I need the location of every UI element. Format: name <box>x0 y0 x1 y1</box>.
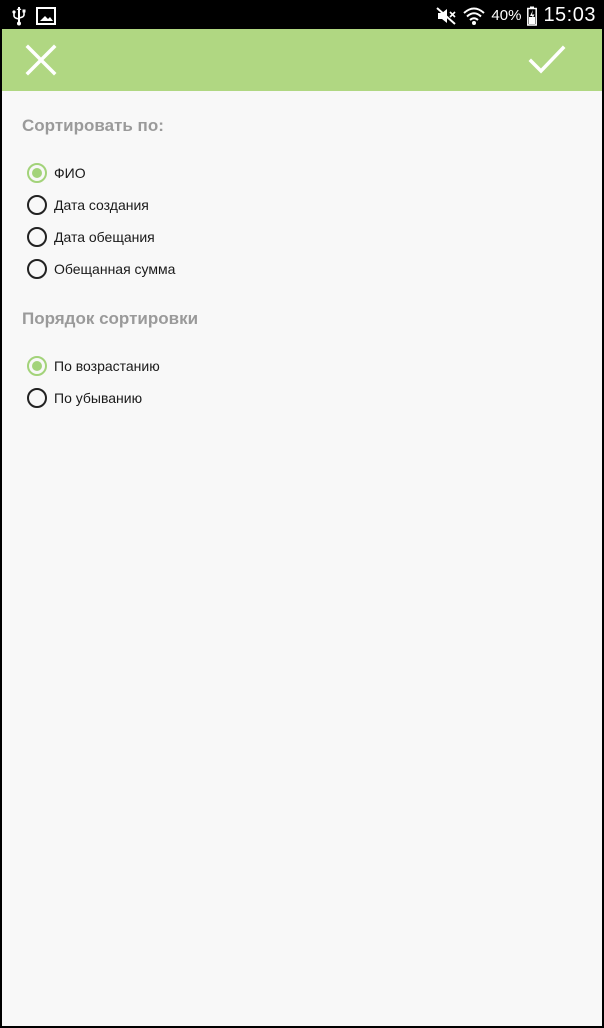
radio-button-checked[interactable] <box>27 356 47 376</box>
clock: 15:03 <box>543 4 596 26</box>
radio-sort-promised-amount[interactable]: Обещанная сумма <box>27 257 175 281</box>
radio-button[interactable] <box>27 195 47 215</box>
radio-order-ascending[interactable]: По возрастанию <box>27 354 160 378</box>
usb-icon <box>12 6 26 26</box>
battery-percent: 40% <box>491 7 522 24</box>
radio-button[interactable] <box>27 388 47 408</box>
radio-label: ФИО <box>54 165 86 181</box>
radio-sort-created-date[interactable]: Дата создания <box>27 193 149 217</box>
radio-label: Обещанная сумма <box>54 261 176 277</box>
wifi-icon <box>463 6 486 26</box>
radio-order-descending[interactable]: По убыванию <box>27 386 142 410</box>
radio-label: Дата создания <box>54 197 149 213</box>
status-bar: 40% 15:03 <box>2 2 602 29</box>
sort-by-title: Сортировать по: <box>22 116 164 135</box>
battery-icon <box>527 6 538 26</box>
radio-label: По возрастанию <box>54 358 160 374</box>
image-icon <box>36 7 56 25</box>
close-icon <box>25 44 57 76</box>
radio-sort-fio[interactable]: ФИО <box>27 161 86 185</box>
radio-label: По убыванию <box>54 390 143 406</box>
radio-button-checked[interactable] <box>27 163 47 183</box>
device-frame: 40% 15:03 Сортировать по: ФИО Дата созда… <box>0 0 604 1028</box>
toolbar <box>2 29 602 91</box>
radio-button[interactable] <box>27 259 47 279</box>
radio-button[interactable] <box>27 227 47 247</box>
close-button[interactable] <box>24 43 58 77</box>
confirm-button[interactable] <box>528 43 566 77</box>
mute-icon <box>435 6 457 26</box>
screen: 40% 15:03 Сортировать по: ФИО Дата созда… <box>2 2 602 1026</box>
sort-order-title: Порядок сортировки <box>22 309 199 328</box>
radio-sort-promise-date[interactable]: Дата обещания <box>27 225 155 249</box>
radio-label: Дата обещания <box>54 229 155 245</box>
check-icon <box>528 45 566 74</box>
